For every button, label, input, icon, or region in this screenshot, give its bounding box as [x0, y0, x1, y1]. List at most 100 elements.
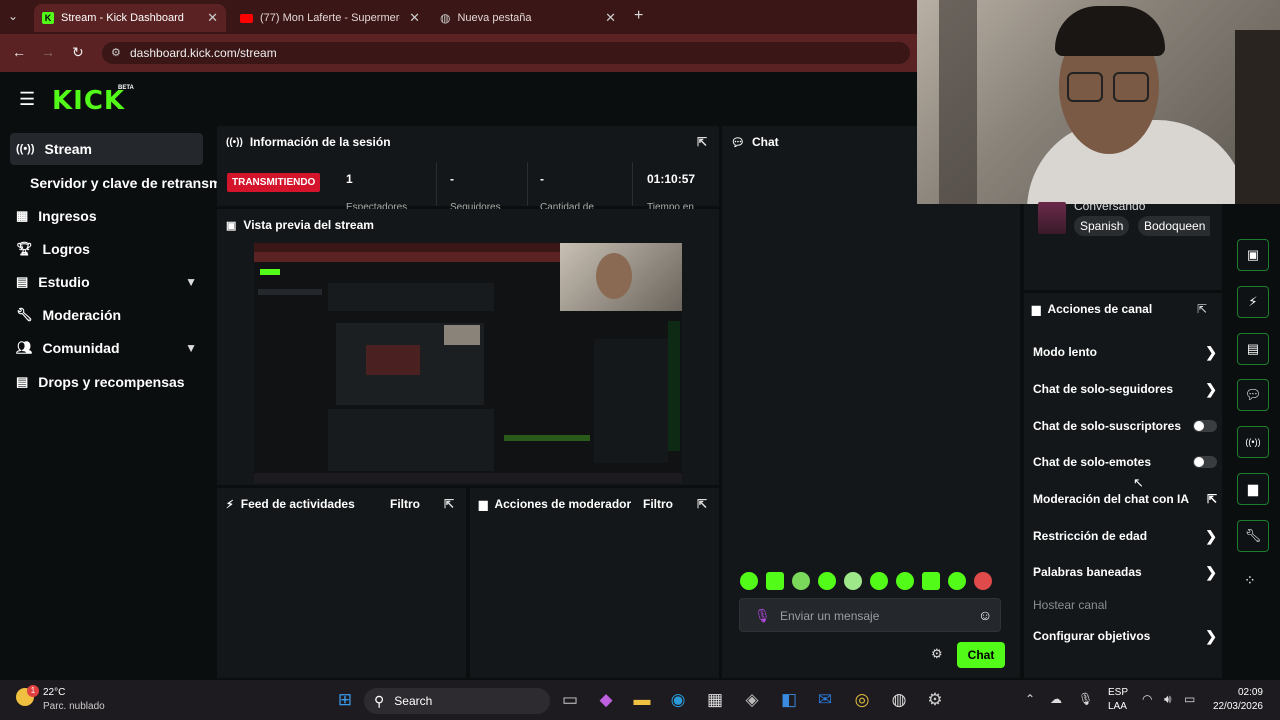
- emotes-only-toggle[interactable]: [1193, 456, 1217, 468]
- sidebar-item-drops[interactable]: ▤ Drops y recompensas: [10, 366, 203, 398]
- action-banned-words[interactable]: Palabras baneadas ❯: [1033, 560, 1217, 584]
- chrome-icon[interactable]: ◎: [851, 690, 873, 710]
- popout-icon[interactable]: ⇱: [697, 497, 707, 511]
- chat-bubble-icon: 💬︎: [731, 136, 745, 149]
- action-configure-goals[interactable]: Configurar objetivos ❯: [1033, 624, 1217, 648]
- sidebar-item-stream[interactable]: ((•)) Stream: [10, 133, 203, 165]
- new-tab-icon[interactable]: +: [634, 7, 643, 25]
- broadcast-icon[interactable]: ((•)): [1237, 426, 1269, 458]
- more-tools-icon[interactable]: ⁘: [1244, 572, 1256, 589]
- chevron-down-icon[interactable]: ▼: [185, 341, 197, 355]
- tab-kick-dashboard[interactable]: K Stream - Kick Dashboard ✕: [34, 4, 226, 32]
- sidebar-item-logros[interactable]: 🏆︎ Logros: [10, 233, 203, 265]
- sidebar-item-server-key[interactable]: Servidor y clave de retransm: [24, 167, 218, 199]
- task-view-icon[interactable]: ▭: [559, 690, 581, 710]
- tab-new[interactable]: ◍ Nueva pestaña ✕: [432, 4, 624, 32]
- tray-chevron-icon[interactable]: ⌃: [1025, 692, 1035, 706]
- action-age-restriction[interactable]: Restricción de edad ❯: [1033, 524, 1217, 548]
- forward-arrow-icon[interactable]: →: [41, 44, 55, 60]
- emote-icon[interactable]: [974, 572, 992, 590]
- microphone-tray-icon[interactable]: 🎙︎: [1078, 692, 1093, 706]
- keyboard-lang[interactable]: ESP: [1108, 687, 1128, 698]
- action-slow-mode[interactable]: Modo lento ❯: [1033, 340, 1217, 364]
- document-icon[interactable]: ▤: [1237, 333, 1269, 365]
- lightning-icon: ⚡︎: [226, 498, 234, 511]
- emote-icon[interactable]: [844, 572, 862, 590]
- emote-icon[interactable]: [740, 572, 758, 590]
- vscode-icon[interactable]: ◧: [778, 690, 800, 710]
- mail-icon[interactable]: ✉: [814, 690, 836, 710]
- volume-icon[interactable]: 🔊︎: [1164, 692, 1172, 707]
- sidebar-item-comunidad[interactable]: 👥︎ Comunidad ▼: [10, 332, 203, 364]
- sidebar-item-moderacion[interactable]: 🔧︎ Moderación: [10, 299, 203, 331]
- subscribers-only-toggle[interactable]: [1193, 420, 1217, 432]
- copilot-icon[interactable]: ◆: [595, 690, 617, 710]
- emote-icon[interactable]: [870, 572, 888, 590]
- lightning-icon[interactable]: ⚡︎: [1237, 286, 1269, 318]
- windows-start-icon[interactable]: ⊞: [334, 690, 356, 710]
- chevron-right-icon: ❯: [1205, 563, 1217, 580]
- close-tab-icon[interactable]: ✕: [207, 10, 218, 26]
- emote-icon[interactable]: [818, 572, 836, 590]
- divider: [436, 162, 437, 206]
- cloud-icon[interactable]: ☁: [1050, 692, 1062, 706]
- category-thumbnail[interactable]: [1038, 202, 1066, 234]
- tag-chip[interactable]: Spanish: [1074, 216, 1130, 236]
- preview-header: ▣ Vista previa del stream: [217, 209, 719, 241]
- site-info-icon[interactable]: ⚙: [111, 46, 121, 59]
- popout-icon[interactable]: ⇱: [697, 135, 707, 149]
- edge-icon[interactable]: ◉: [667, 690, 689, 710]
- feed-header: ⚡︎ Feed de actividades Filtro ⇱: [217, 488, 466, 520]
- webcam-hair: [1055, 6, 1165, 56]
- feed-filter-button[interactable]: Filtro: [390, 497, 420, 511]
- tab-youtube[interactable]: (77) Mon Laferte - Supermerca ✕: [232, 4, 428, 32]
- action-host-channel: Hostear canal: [1033, 593, 1217, 617]
- tab-list-chevron-icon[interactable]: ⌄: [8, 9, 18, 23]
- chat-settings-gear-icon[interactable]: ⚙: [931, 646, 943, 662]
- microphone-icon[interactable]: 🎙︎: [754, 608, 771, 624]
- emoji-icon[interactable]: ☺: [978, 607, 992, 623]
- popout-icon[interactable]: ⇱: [1197, 302, 1207, 316]
- action-ai-moderation[interactable]: Moderación del chat con IA ⇱: [1033, 487, 1217, 511]
- close-tab-icon[interactable]: ✕: [409, 10, 420, 26]
- back-arrow-icon[interactable]: ←: [12, 44, 26, 60]
- taskbar-search[interactable]: ⚲ Search: [364, 688, 550, 714]
- chat-send-button[interactable]: Chat: [957, 642, 1005, 668]
- close-tab-icon[interactable]: ✕: [605, 10, 616, 26]
- tag-chip[interactable]: Bodoqueen: [1138, 216, 1210, 236]
- sidebar-item-estudio[interactable]: ▤ Estudio ▼: [10, 266, 203, 298]
- preview-face: [596, 253, 632, 299]
- popout-icon[interactable]: ⇱: [444, 497, 454, 511]
- wifi-icon[interactable]: ◠: [1142, 692, 1152, 706]
- app-icon[interactable]: ◈: [741, 690, 763, 710]
- emote-icon[interactable]: [922, 572, 940, 590]
- emote-icon[interactable]: [766, 572, 784, 590]
- store-icon[interactable]: ▦: [704, 690, 726, 710]
- chat-message-input[interactable]: 🎙︎ Enviar un mensaje ☺: [739, 598, 1001, 632]
- action-followers-only[interactable]: Chat de solo-seguidores ❯: [1033, 377, 1217, 401]
- chevron-right-icon: ❯: [1205, 380, 1217, 397]
- chevron-down-icon[interactable]: ▼: [185, 275, 197, 289]
- kick-logo[interactable]: KICK: [52, 86, 125, 116]
- hamburger-menu-icon[interactable]: ☰: [19, 89, 35, 110]
- obs-icon[interactable]: ◍: [888, 690, 910, 710]
- file-explorer-icon[interactable]: ▬: [631, 690, 653, 710]
- reload-icon[interactable]: ↻: [72, 44, 84, 61]
- url-field[interactable]: ⚙ dashboard.kick.com/stream: [102, 42, 910, 64]
- chat-bubble-icon[interactable]: 💬︎: [1237, 379, 1269, 411]
- stream-preview-video[interactable]: [254, 243, 682, 483]
- action-label: Modo lento: [1033, 345, 1097, 359]
- emote-icon[interactable]: [948, 572, 966, 590]
- settings-gear-icon[interactable]: ⚙: [924, 690, 946, 710]
- channel-actions-icon[interactable]: ▆: [1237, 473, 1269, 505]
- emote-icon[interactable]: [896, 572, 914, 590]
- mod-filter-button[interactable]: Filtro: [643, 497, 673, 511]
- wrench-icon[interactable]: 🔧︎: [1237, 520, 1269, 552]
- mod-header: ▆ Acciones de moderador Filtro ⇱: [470, 488, 719, 520]
- emote-icon[interactable]: [792, 572, 810, 590]
- clock-time[interactable]: 02:09: [1211, 687, 1263, 698]
- panel-title: Información de la sesión: [249, 135, 391, 149]
- preview-toggle-icon[interactable]: ▣: [1237, 239, 1269, 271]
- sidebar-item-ingresos[interactable]: ▦ Ingresos: [10, 200, 203, 232]
- battery-icon[interactable]: ▭: [1184, 692, 1195, 706]
